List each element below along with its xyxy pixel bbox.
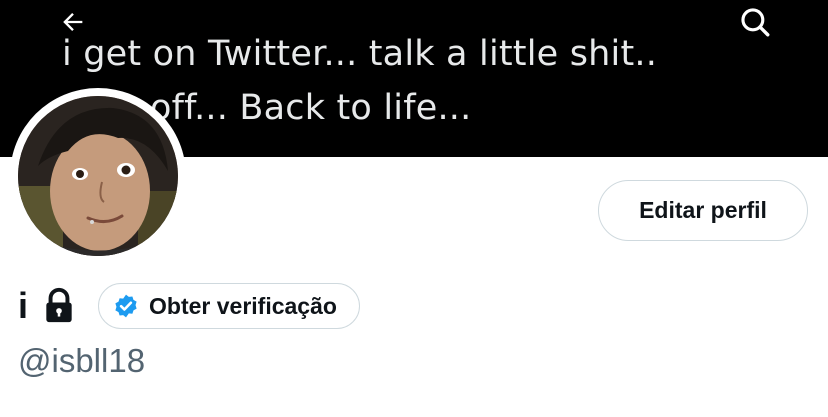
lock-icon xyxy=(42,287,76,325)
display-name: i xyxy=(18,285,29,326)
back-button[interactable] xyxy=(51,0,95,44)
banner-text-line-2: off... Back to life... xyxy=(150,88,472,128)
edit-profile-button[interactable]: Editar perfil xyxy=(598,180,808,241)
username-handle: @isbll18 xyxy=(18,342,146,379)
avatar-frame[interactable] xyxy=(10,88,186,264)
search-button[interactable] xyxy=(733,0,777,44)
arrow-left-icon xyxy=(63,13,83,31)
avatar[interactable] xyxy=(18,96,178,256)
get-verified-label: Obter verificação xyxy=(149,292,337,319)
avatar-photo xyxy=(18,96,178,256)
profile-name-row: i Obter verificação xyxy=(18,282,360,330)
search-icon xyxy=(741,8,770,37)
verified-badge-icon xyxy=(115,294,137,318)
get-verified-button[interactable]: Obter verificação xyxy=(98,283,360,329)
banner-text-line-1: i get on Twitter... talk a little shit.. xyxy=(62,34,658,74)
